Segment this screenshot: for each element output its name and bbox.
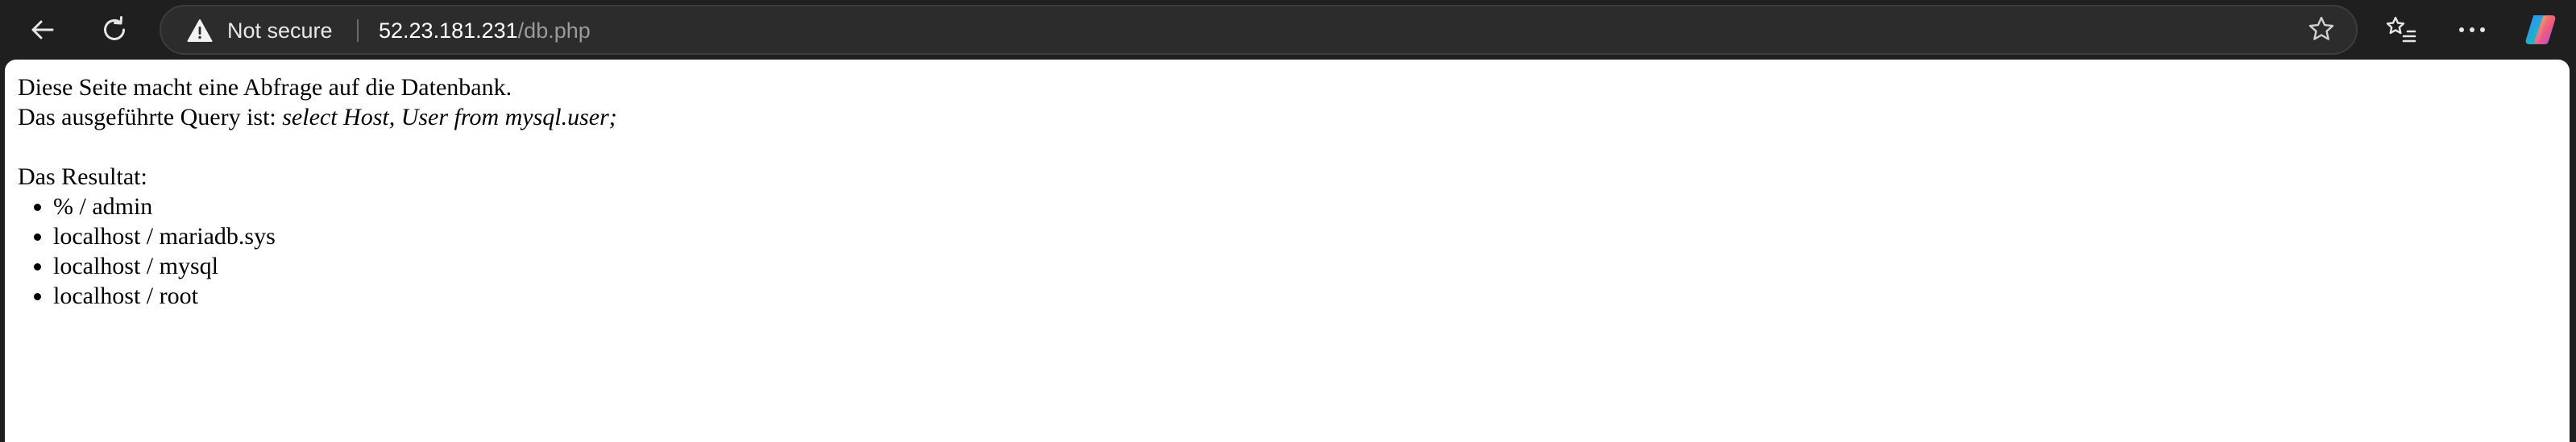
back-button[interactable] — [20, 7, 65, 52]
refresh-icon — [99, 14, 130, 45]
list-item: localhost / mariadb.sys — [53, 221, 617, 251]
result-list: % / admin localhost / mariadb.sys localh… — [18, 192, 617, 311]
query-prefix: Das ausgeführte Query ist: — [18, 104, 283, 130]
page-viewport: Diese Seite macht eine Abfrage auf die D… — [5, 60, 2570, 442]
url-host: 52.23.181.231 — [379, 19, 518, 43]
add-favorite-button[interactable] — [2306, 15, 2337, 46]
address-divider — [357, 19, 359, 42]
address-bar[interactable]: Not secure 52.23.181.231/db.php — [160, 5, 2358, 55]
query-line: Das ausgeführte Query ist: select Host, … — [18, 102, 617, 132]
reload-button[interactable] — [92, 7, 137, 52]
copilot-button[interactable] — [2518, 7, 2563, 52]
more-dots-icon — [2457, 25, 2487, 35]
intro-text: Diese Seite macht eine Abfrage auf die D… — [18, 74, 512, 101]
settings-and-more-button[interactable] — [2449, 7, 2495, 52]
favorites-list-icon — [2385, 14, 2417, 45]
query-text: select Host, User from mysql.user; — [282, 104, 617, 130]
copilot-icon — [2523, 12, 2558, 48]
favorites-button[interactable] — [2379, 7, 2424, 52]
page-content: Diese Seite macht eine Abfrage auf die D… — [18, 72, 617, 311]
url-text[interactable]: 52.23.181.231/db.php — [379, 19, 591, 43]
warning-triangle-icon[interactable] — [187, 19, 213, 47]
browser-toolbar: Not secure 52.23.181.231/db.php — [0, 0, 2576, 60]
list-item: % / admin — [53, 192, 617, 221]
url-path: /db.php — [517, 19, 591, 43]
star-icon — [2308, 15, 2335, 47]
security-status-label[interactable]: Not secure — [227, 19, 333, 43]
list-item: localhost / root — [53, 281, 617, 311]
list-item: localhost / mysql — [53, 251, 617, 281]
arrow-left-icon — [27, 14, 58, 45]
result-heading: Das Resultat: — [18, 163, 147, 190]
